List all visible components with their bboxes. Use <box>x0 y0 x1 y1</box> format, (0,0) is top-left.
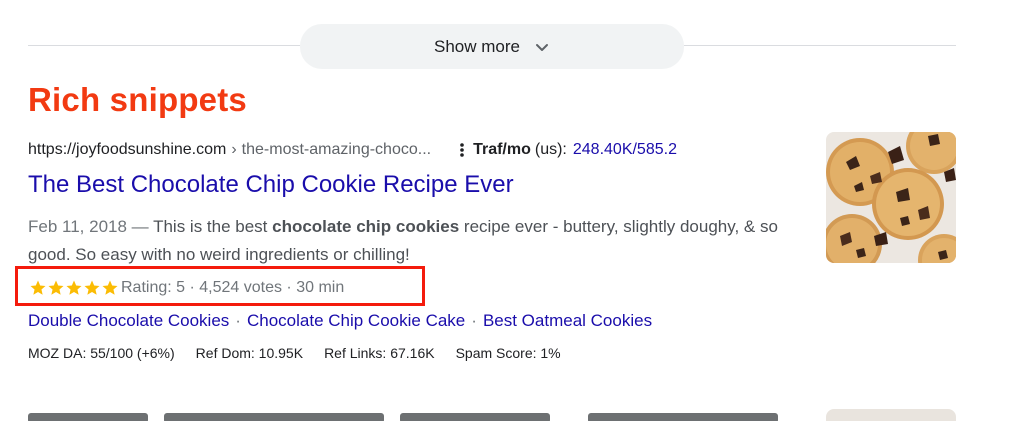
result-url-host[interactable]: https://joyfoodsunshine.com <box>28 141 226 159</box>
page-heading: Rich snippets <box>28 81 247 118</box>
result-snippet: Feb 11, 2018 — This is the best chocolat… <box>28 213 798 269</box>
show-more-button[interactable]: Show more <box>300 24 684 69</box>
next-result-partial <box>28 409 788 421</box>
seo-metrics-bar: MOZ DA: 55/100 (+6%) Ref Dom: 10.95K Ref… <box>28 345 582 361</box>
chevron-down-icon <box>535 43 548 51</box>
rating-row: Rating: 5 · 4,524 votes · 30 min <box>29 279 344 297</box>
result-title-link[interactable]: The Best Chocolate Chip Cookie Recipe Ev… <box>28 171 514 199</box>
ref-dom-metric[interactable]: Ref Dom: 10.95K <box>196 345 303 361</box>
star-icon <box>30 280 46 295</box>
cookie-photo <box>826 132 956 263</box>
star-icon <box>66 280 82 295</box>
snippet-date: Feb 11, 2018 — <box>28 217 149 236</box>
star-icon <box>48 280 64 295</box>
sitelinks: Double Chocolate Cookies · Chocolate Chi… <box>28 311 652 331</box>
star-icon <box>84 280 100 295</box>
next-result-thumbnail[interactable] <box>826 409 956 421</box>
sitelink-chocolate-chip-cookie-cake[interactable]: Chocolate Chip Cookie Cake <box>247 311 465 331</box>
snippet-text-before: This is the best <box>148 217 273 236</box>
sitelink-separator: · <box>471 311 477 330</box>
ref-links-metric[interactable]: Ref Links: 67.16K <box>324 345 435 361</box>
result-thumbnail[interactable] <box>826 132 956 263</box>
sitelink-double-chocolate-cookies[interactable]: Double Chocolate Cookies <box>28 311 229 331</box>
moz-da-metric[interactable]: MOZ DA: 55/100 (+6%) <box>28 345 175 361</box>
traffic-label: Traf/mo <box>473 141 531 158</box>
traffic-region: (us): <box>534 141 567 158</box>
traffic-value[interactable]: 248.40K/585.2 <box>573 141 677 159</box>
result-url-path[interactable]: the-most-amazing-choco... <box>242 141 431 159</box>
divider-left <box>28 45 300 46</box>
divider-right <box>684 45 956 46</box>
result-url-row: https://joyfoodsunshine.com › the-most-a… <box>28 139 810 161</box>
sitelink-separator: · <box>235 311 241 330</box>
sitelink-best-oatmeal-cookies[interactable]: Best Oatmeal Cookies <box>483 311 652 331</box>
show-more-label: Show more <box>434 36 520 56</box>
kebab-icon[interactable] <box>459 142 465 158</box>
breadcrumb-separator: › <box>231 141 237 158</box>
rating-text: Rating: 5 · 4,524 votes · 30 min <box>121 279 345 296</box>
spam-score-metric[interactable]: Spam Score: 1% <box>456 345 561 361</box>
next-result-url-fragment <box>28 413 148 421</box>
snippet-bold: chocolate chip cookies <box>272 217 460 236</box>
next-result-url-fragment <box>400 413 550 421</box>
star-rating <box>29 279 119 297</box>
star-icon <box>102 280 118 295</box>
next-result-url-fragment <box>164 413 384 421</box>
next-result-traffic-fragment <box>588 413 778 421</box>
